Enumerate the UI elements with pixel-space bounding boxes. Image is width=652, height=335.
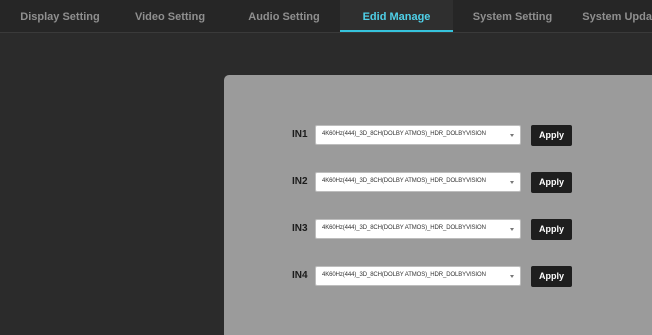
tab-system-update[interactable]: System Update — [578, 0, 652, 32]
edid-select-in3[interactable]: 4K60Hz(444)_3D_8CH(DOLBY ATMOS)_HDR_DOLB… — [315, 219, 521, 239]
input-label: IN2 — [292, 176, 308, 187]
edid-row-in2: IN2 4K60Hz(444)_3D_8CH(DOLBY ATMOS)_HDR_… — [224, 172, 652, 194]
top-nav-tabs: Display Setting Video Setting Audio Sett… — [0, 0, 652, 33]
edid-panel: IN1 4K60Hz(444)_3D_8CH(DOLBY ATMOS)_HDR_… — [224, 75, 652, 335]
edid-select-value: 4K60Hz(444)_3D_8CH(DOLBY ATMOS)_HDR_DOLB… — [322, 131, 486, 137]
input-label: IN1 — [292, 129, 308, 140]
tab-edid-manage[interactable]: Edid Manage — [340, 0, 453, 32]
apply-button-in1[interactable]: Apply — [531, 125, 572, 146]
edid-select-value: 4K60Hz(444)_3D_8CH(DOLBY ATMOS)_HDR_DOLB… — [322, 178, 486, 184]
edid-row-in3: IN3 4K60Hz(444)_3D_8CH(DOLBY ATMOS)_HDR_… — [224, 219, 652, 241]
edid-row-in1: IN1 4K60Hz(444)_3D_8CH(DOLBY ATMOS)_HDR_… — [224, 125, 652, 147]
chevron-down-icon — [510, 275, 514, 278]
edid-row-in4: IN4 4K60Hz(444)_3D_8CH(DOLBY ATMOS)_HDR_… — [224, 266, 652, 288]
edid-select-in4[interactable]: 4K60Hz(444)_3D_8CH(DOLBY ATMOS)_HDR_DOLB… — [315, 266, 521, 286]
chevron-down-icon — [510, 228, 514, 231]
edid-select-value: 4K60Hz(444)_3D_8CH(DOLBY ATMOS)_HDR_DOLB… — [322, 225, 486, 231]
input-label: IN4 — [292, 270, 308, 281]
tab-display-setting[interactable]: Display Setting — [0, 0, 120, 32]
tab-audio-setting[interactable]: Audio Setting — [228, 0, 340, 32]
edid-select-in2[interactable]: 4K60Hz(444)_3D_8CH(DOLBY ATMOS)_HDR_DOLB… — [315, 172, 521, 192]
tab-video-setting[interactable]: Video Setting — [115, 0, 225, 32]
apply-button-in3[interactable]: Apply — [531, 219, 572, 240]
apply-button-in2[interactable]: Apply — [531, 172, 572, 193]
chevron-down-icon — [510, 134, 514, 137]
input-label: IN3 — [292, 223, 308, 234]
apply-button-in4[interactable]: Apply — [531, 266, 572, 287]
tab-system-setting[interactable]: System Setting — [455, 0, 570, 32]
edid-select-in1[interactable]: 4K60Hz(444)_3D_8CH(DOLBY ATMOS)_HDR_DOLB… — [315, 125, 521, 145]
edid-select-value: 4K60Hz(444)_3D_8CH(DOLBY ATMOS)_HDR_DOLB… — [322, 272, 486, 278]
chevron-down-icon — [510, 181, 514, 184]
